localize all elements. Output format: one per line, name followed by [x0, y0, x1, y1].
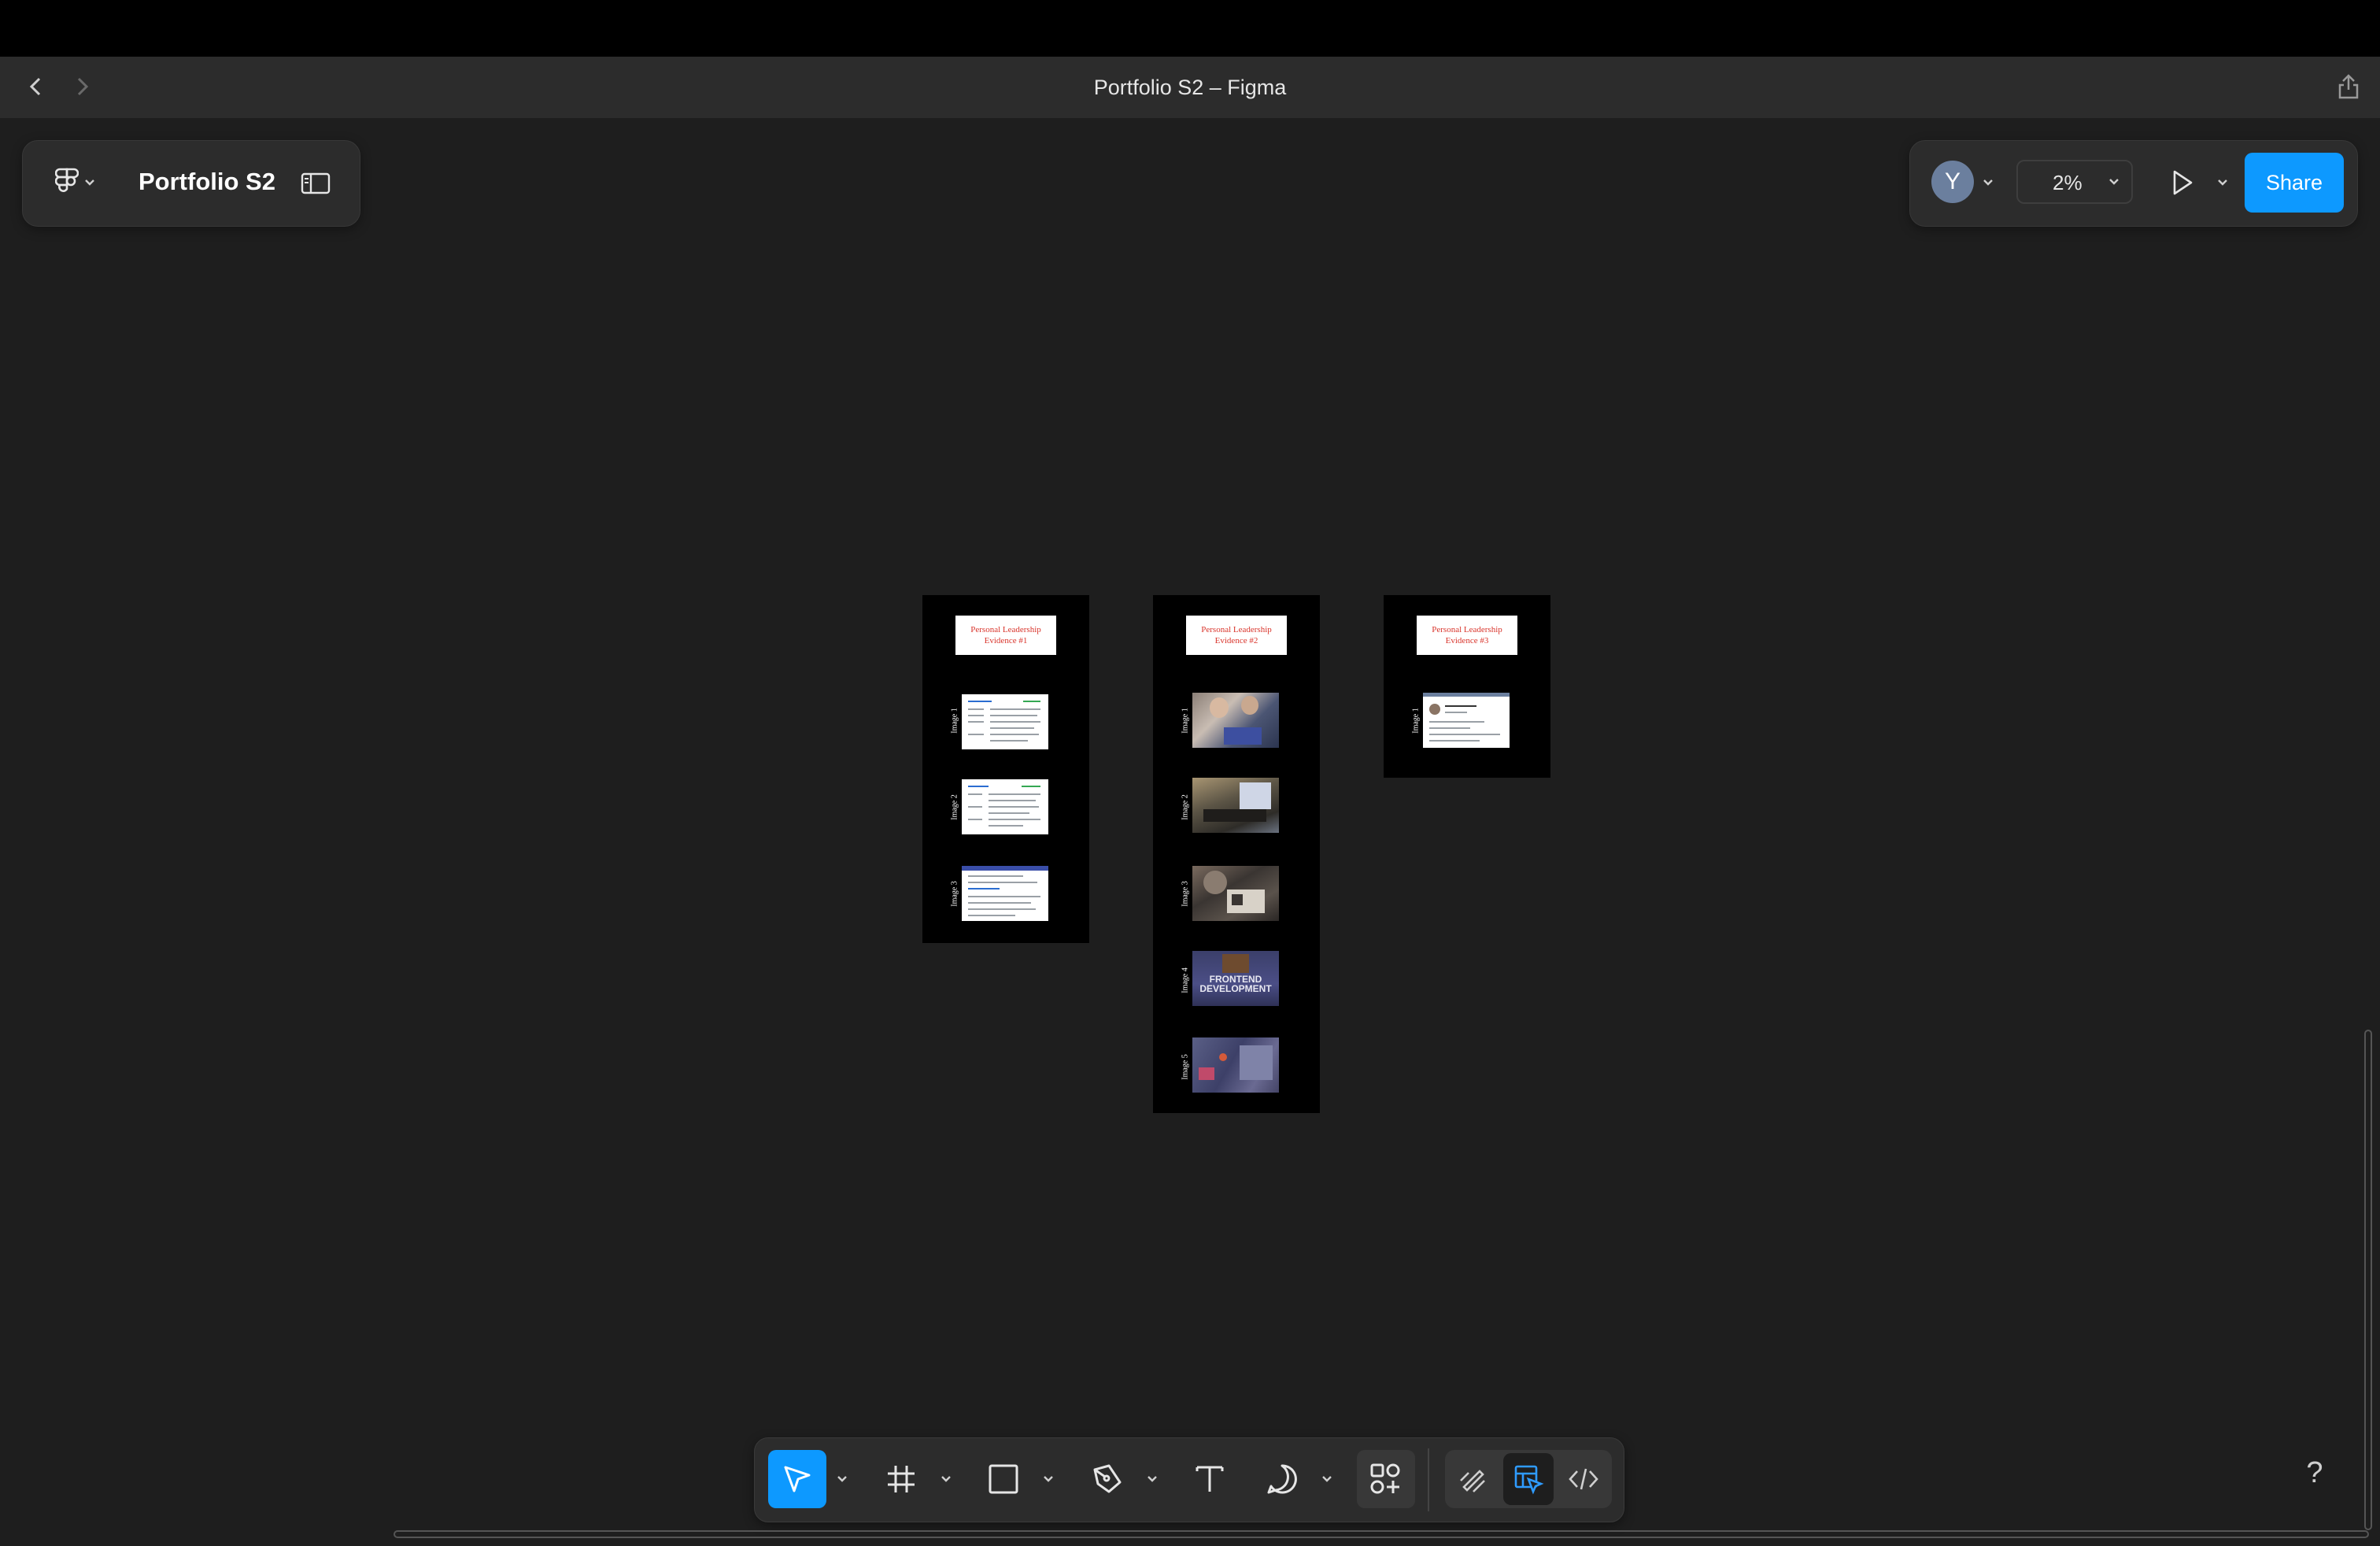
window-title: Portfolio S2 – Figma: [1093, 76, 1287, 99]
draw-mode-button[interactable]: [1448, 1453, 1499, 1505]
draw-pencil-icon: [1460, 1470, 1485, 1492]
document-thumbnail[interactable]: [962, 779, 1048, 834]
chevron-down-icon: [1044, 1476, 1053, 1482]
comment-tool-menu[interactable]: [1316, 1466, 1338, 1492]
image-label: Image 2: [950, 794, 959, 820]
document-thumbnail[interactable]: [962, 866, 1048, 921]
comment-bubble-icon: [1267, 1464, 1297, 1494]
chevron-down-icon: [1322, 1476, 1332, 1482]
frame-title: Personal Leadership Evidence #3: [1417, 616, 1517, 655]
figma-logo-icon: [55, 168, 79, 192]
zoom-dropdown[interactable]: 2%: [2016, 160, 2133, 204]
pen-tool-button[interactable]: [1078, 1450, 1136, 1508]
chevron-left-icon: [29, 77, 41, 96]
pen-icon: [1093, 1464, 1122, 1493]
present-button[interactable]: [2160, 162, 2204, 203]
vertical-scrollbar[interactable]: [2364, 1030, 2372, 1530]
photo-caption: FRONTEND DEVELOPMENT: [1199, 974, 1272, 994]
horizontal-scrollbar[interactable]: [394, 1530, 2369, 1538]
image-label: Image 1: [950, 708, 959, 734]
frame-tool-button[interactable]: [872, 1450, 930, 1508]
design-mode-icon: [1514, 1465, 1544, 1495]
share-button[interactable]: Share: [2245, 153, 2344, 213]
frame-tool-menu[interactable]: [935, 1466, 957, 1492]
rectangle-icon: [989, 1464, 1018, 1494]
move-tool-menu[interactable]: [831, 1466, 853, 1492]
image-label: Image 3: [950, 881, 959, 907]
canvas-frame-2[interactable]: [1153, 595, 1320, 1113]
photo-thumbnail[interactable]: [1192, 866, 1279, 921]
move-tool-button[interactable]: [768, 1450, 826, 1508]
frame-title: Personal Leadership Evidence #1: [955, 616, 1056, 655]
dev-mode-button[interactable]: [1558, 1453, 1609, 1505]
design-mode-button[interactable]: [1503, 1453, 1554, 1505]
sidebar-toggle-icon: [301, 172, 331, 194]
comment-tool-button[interactable]: [1253, 1450, 1311, 1508]
chevron-down-icon: [1148, 1476, 1157, 1482]
document-thumbnail[interactable]: [1423, 693, 1510, 748]
main-menu-button[interactable]: [44, 161, 107, 205]
document-thumbnail[interactable]: [962, 694, 1048, 749]
play-icon: [2173, 170, 2193, 195]
actions-grid-icon: [1370, 1463, 1400, 1494]
export-button[interactable]: [2333, 71, 2364, 102]
shape-tool-menu[interactable]: [1037, 1466, 1059, 1492]
photo-thumbnail[interactable]: [1192, 778, 1279, 833]
photo-thumbnail[interactable]: FRONTEND DEVELOPMENT: [1192, 951, 1279, 1006]
image-label: Image 1: [1411, 708, 1421, 734]
share-export-icon: [2338, 74, 2359, 99]
pen-tool-menu[interactable]: [1141, 1466, 1163, 1492]
chevron-down-icon: [2218, 179, 2227, 186]
sidebar-toggle-button[interactable]: [296, 165, 335, 202]
chevron-down-icon: [941, 1476, 951, 1482]
photo-thumbnail[interactable]: [1192, 693, 1279, 748]
image-label: Image 4: [1181, 967, 1190, 993]
file-name[interactable]: Portfolio S2: [139, 162, 275, 202]
present-options-button[interactable]: [2212, 172, 2234, 194]
avatar[interactable]: Y: [1931, 161, 1974, 203]
chevron-down-icon: [85, 179, 94, 186]
image-label: Image 1: [1181, 708, 1190, 734]
actions-tool-button[interactable]: [1357, 1450, 1415, 1508]
avatar-menu-button[interactable]: [1977, 172, 1999, 194]
photo-thumbnail[interactable]: [1192, 1037, 1279, 1093]
chevron-down-icon: [1983, 179, 1993, 186]
cursor-arrow-icon: [784, 1466, 811, 1492]
zoom-value: 2%: [2053, 171, 2082, 194]
code-icon: [1569, 1468, 1598, 1490]
back-button[interactable]: [20, 71, 52, 102]
menu-bar: [0, 0, 2380, 57]
frame-title: Personal Leadership Evidence #2: [1186, 616, 1287, 655]
text-tool-button[interactable]: [1181, 1450, 1239, 1508]
chevron-right-icon: [77, 77, 89, 96]
chevron-down-icon: [837, 1476, 847, 1482]
text-icon: [1196, 1466, 1224, 1492]
forward-button[interactable]: [66, 71, 98, 102]
help-button[interactable]: ?: [2295, 1453, 2334, 1492]
image-label: Image 5: [1181, 1054, 1190, 1080]
image-label: Image 3: [1181, 881, 1190, 907]
image-label: Image 2: [1181, 794, 1190, 820]
chevron-down-icon: [2109, 179, 2119, 185]
shape-tool-button[interactable]: [974, 1450, 1033, 1508]
frame-hash-icon: [888, 1466, 915, 1492]
toolbar-divider: [1428, 1448, 1429, 1511]
